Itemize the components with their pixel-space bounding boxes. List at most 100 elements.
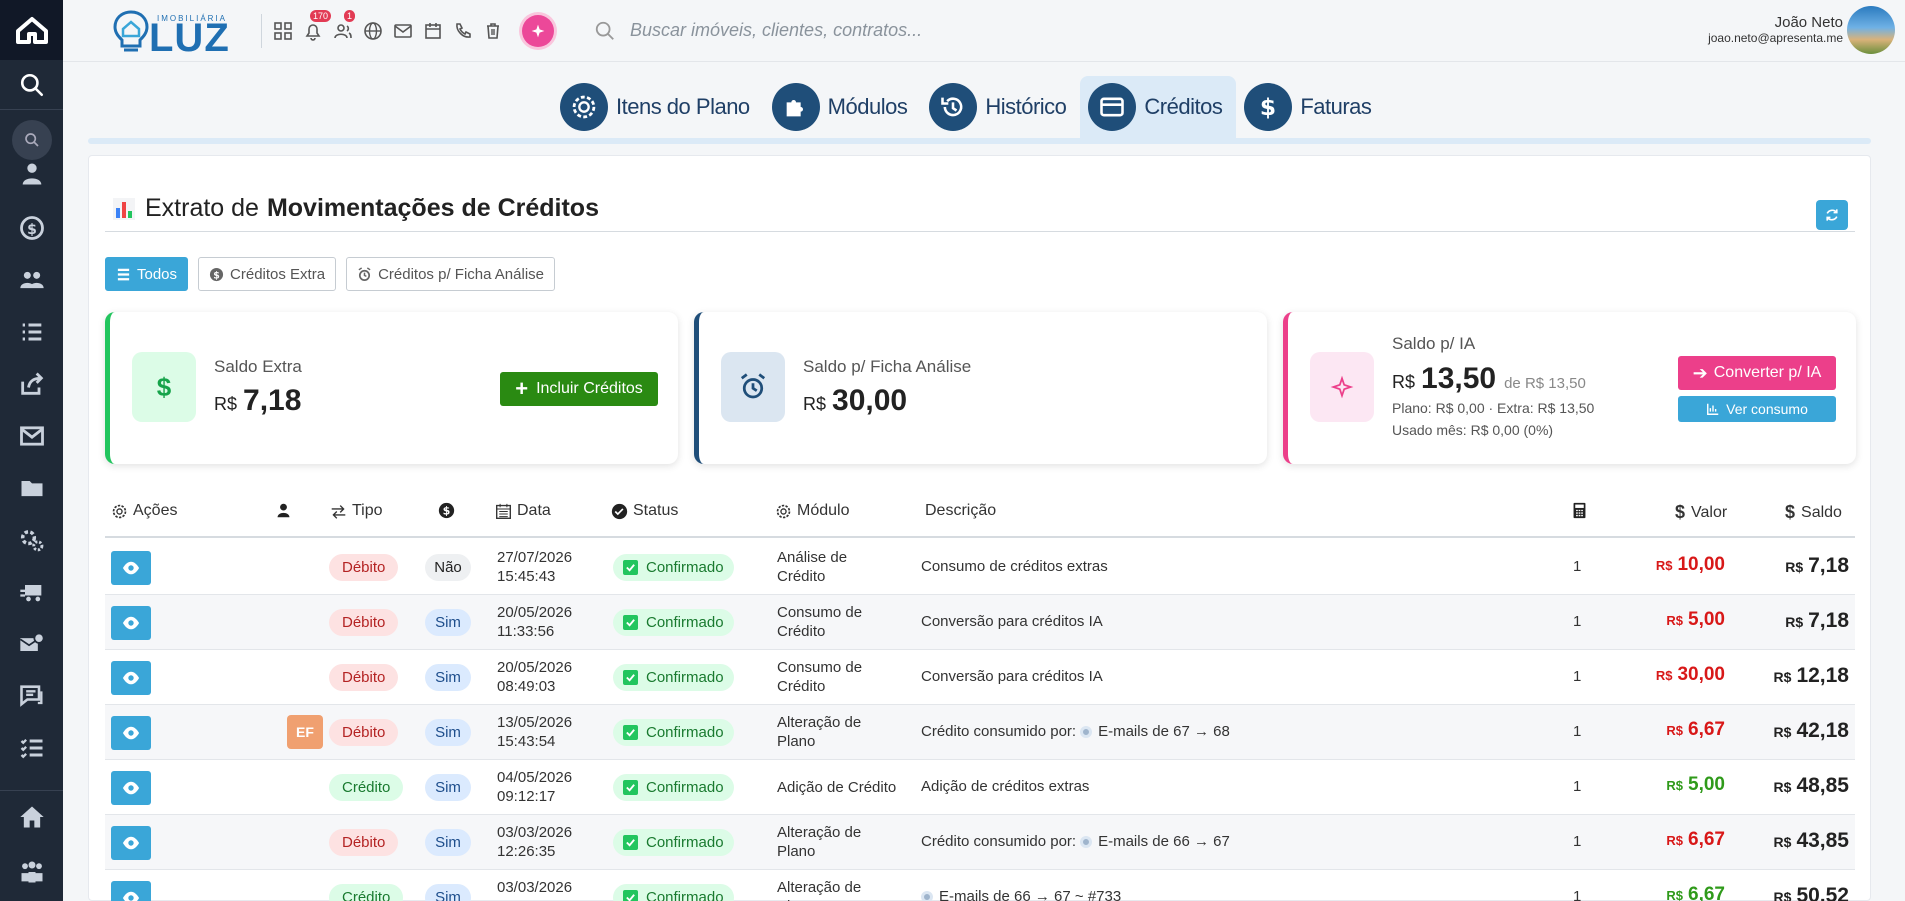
filter-creditos-ficha-button[interactable]: Créditos p/ Ficha Análise <box>346 257 555 291</box>
view-details-button[interactable] <box>111 661 151 695</box>
row-saldo: R$ 7,18 <box>1785 554 1849 577</box>
sidebar-item-share-icon[interactable] <box>0 358 63 410</box>
calendar-icon[interactable] <box>422 20 444 42</box>
history-icon <box>929 83 978 131</box>
user-avatar[interactable] <box>1847 6 1895 54</box>
row-valor: R$ 6,67 <box>1666 884 1725 901</box>
check-icon <box>623 670 638 685</box>
sidebar-item-home-icon[interactable] <box>0 790 63 842</box>
tab-label: Histórico <box>985 94 1067 119</box>
eye-icon <box>122 836 140 850</box>
dollar-icon: $ <box>132 352 196 422</box>
table-row: Débito Sim 20/05/2026 08:49:03 Confirmado Con… <box>105 650 1855 705</box>
pago-badge: Não <box>425 554 471 581</box>
app-logo-icon[interactable] <box>0 0 63 60</box>
mail-icon[interactable] <box>392 20 414 42</box>
row-descricao: Consumo de créditos extras <box>921 558 1108 575</box>
sidebar-item-truck-icon[interactable] <box>0 566 63 618</box>
search-input[interactable]: Buscar imóveis, clientes, contratos... <box>630 20 922 41</box>
trash-icon[interactable] <box>482 20 504 42</box>
refresh-button[interactable] <box>1816 200 1848 230</box>
row-datetime: 20/05/2026 11:33:56 <box>497 604 573 640</box>
stat-saldo-extra: $ Saldo Extra R$ 7,18 + Incluir Créditos <box>105 312 678 464</box>
tab-faturas[interactable]: $ Faturas <box>1236 76 1385 138</box>
sidebar-item-list-icon[interactable] <box>0 306 63 358</box>
view-details-button[interactable] <box>111 826 151 860</box>
view-details-button[interactable] <box>111 771 151 805</box>
view-details-button[interactable] <box>111 881 151 901</box>
sidebar-item-settings-icon[interactable] <box>0 514 63 566</box>
sidebar-item-finance-icon[interactable]: $ <box>0 202 63 254</box>
row-quantidade: 1 <box>1573 778 1582 795</box>
notifications-bell-icon[interactable]: 170 <box>302 9 332 42</box>
tipo-badge: Débito <box>329 609 399 636</box>
sidebar-item-mail-icon[interactable] <box>0 410 63 462</box>
topbar-divider <box>261 13 262 48</box>
tab-historico[interactable]: Histórico <box>921 76 1080 138</box>
tab-creditos[interactable]: Créditos <box>1080 76 1237 138</box>
ai-assistant-sparkle-icon[interactable] <box>522 14 554 47</box>
col-descricao[interactable]: Descrição <box>925 502 996 520</box>
module-dot-icon <box>1080 726 1093 739</box>
globe-icon[interactable] <box>362 20 384 42</box>
user-avatar-badge: EF <box>287 715 323 749</box>
col-valor[interactable]: $ Valor <box>1675 502 1727 523</box>
incluir-creditos-button[interactable]: + Incluir Créditos <box>500 372 658 406</box>
row-quantidade: 1 <box>1573 613 1582 630</box>
tab-itens-do-plano[interactable]: Itens do Plano <box>552 76 764 138</box>
row-valor: R$ 6,67 <box>1666 829 1725 850</box>
sidebar-item-folder-icon[interactable] <box>0 462 63 514</box>
sidebar-item-clients-icon[interactable] <box>0 254 63 306</box>
users-icon[interactable]: 1 <box>332 9 356 42</box>
row-modulo: Alteração dePlano <box>777 714 862 750</box>
bar-chart-icon <box>1707 403 1719 415</box>
row-saldo: R$ 12,18 <box>1773 664 1849 687</box>
filter-creditos-extra-button[interactable]: $ Créditos Extra <box>198 257 337 291</box>
table-row: Débito Sim 20/05/2026 11:33:56 Confirmado Con… <box>105 595 1855 650</box>
user-info[interactable]: João Neto joao.neto@apresenta.me <box>1708 14 1843 45</box>
col-acoes: Ações <box>111 502 177 520</box>
col-tipo[interactable]: Tipo <box>330 502 383 520</box>
check-circle-icon <box>611 503 628 519</box>
sidebar-item-team-icon[interactable] <box>0 846 63 898</box>
col-status[interactable]: Status <box>611 502 678 520</box>
table-row: Crédito Sim 04/05/2026 09:12:17 Confirmado Ad… <box>105 760 1855 815</box>
col-modulo[interactable]: Módulo <box>775 502 849 520</box>
check-icon <box>623 615 638 630</box>
converter-ia-button[interactable]: ➔ Converter p/ IA <box>1678 356 1836 390</box>
pago-badge: Sim <box>425 774 471 801</box>
sidebar-item-tasks-icon[interactable] <box>0 722 63 774</box>
brand-name: LUZ <box>149 15 230 60</box>
global-search[interactable]: Buscar imóveis, clientes, contratos... <box>594 20 1094 42</box>
phone-icon[interactable] <box>452 20 474 42</box>
notifications-badge: 170 <box>310 9 332 22</box>
view-details-button[interactable] <box>111 716 151 750</box>
col-data[interactable]: Data <box>495 502 551 520</box>
tab-modulos[interactable]: Módulos <box>764 76 922 138</box>
apps-grid-icon[interactable] <box>272 20 294 42</box>
status-badge: Confirmado <box>613 664 734 691</box>
eye-icon <box>122 891 140 901</box>
ver-consumo-button[interactable]: Ver consumo <box>1678 396 1836 422</box>
row-saldo: R$ 50,52 <box>1773 884 1849 901</box>
alarm-clock-icon <box>721 352 785 422</box>
col-saldo[interactable]: $ Saldo <box>1785 502 1842 523</box>
eye-icon <box>122 726 140 740</box>
sidebar-item-chat-icon[interactable] <box>0 670 63 722</box>
check-icon <box>623 780 638 795</box>
eye-icon <box>122 616 140 630</box>
row-saldo: R$ 48,85 <box>1773 774 1849 797</box>
sidebar-item-agents-icon[interactable] <box>0 154 63 194</box>
svg-text:$: $ <box>213 270 220 281</box>
row-descricao: Adição de créditos extras <box>921 778 1090 795</box>
topbar: IMOBILIÁRIA LUZ 170 1 Buscar imóveis, cl… <box>63 0 1905 62</box>
view-details-button[interactable] <box>111 551 151 585</box>
view-details-button[interactable] <box>111 606 151 640</box>
sidebar-item-mail-settings-icon[interactable] <box>0 618 63 670</box>
row-datetime: 20/05/2026 08:49:03 <box>497 659 573 695</box>
sidebar-search-icon[interactable] <box>0 60 63 110</box>
row-descricao: Crédito consumido por: E-mails de 66 → 67 <box>921 833 1230 850</box>
filter-todos-button[interactable]: Todos <box>105 257 189 291</box>
table-row: EF Débito Sim 13/05/2026 15:43:54 Confirmado A… <box>105 705 1855 760</box>
brand-logo[interactable]: IMOBILIÁRIA LUZ <box>111 6 231 60</box>
